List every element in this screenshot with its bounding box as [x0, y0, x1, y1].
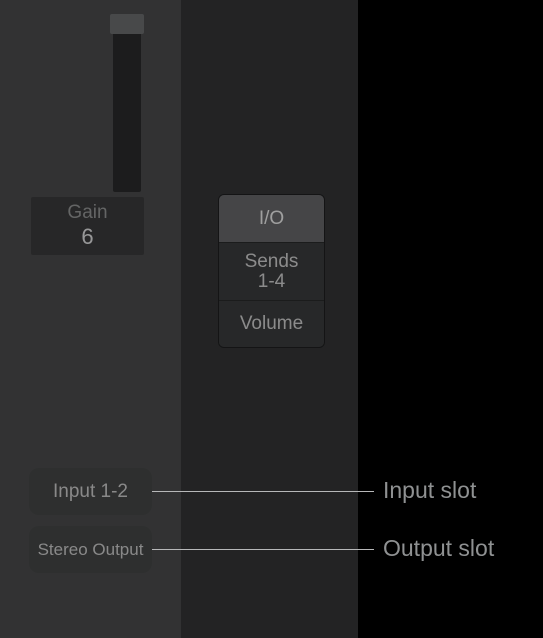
input-slot-label: Input 1-2: [53, 481, 128, 503]
gain-value: 6: [81, 224, 93, 249]
view-menu: I/O Sends1-4 Volume: [218, 194, 325, 348]
output-slot[interactable]: Stereo Output: [29, 526, 152, 573]
menu-item-sends[interactable]: Sends1-4: [219, 242, 324, 300]
output-slot-label: Stereo Output: [38, 540, 144, 560]
callout-line-output: [152, 549, 374, 550]
callout-output: Output slot: [383, 535, 494, 562]
menu-item-io[interactable]: I/O: [219, 195, 324, 242]
callout-line-input: [152, 491, 374, 492]
gain-fader-track[interactable]: [113, 16, 141, 192]
gain-label: Gain: [67, 202, 107, 224]
input-slot[interactable]: Input 1-2: [29, 468, 152, 515]
gain-readout[interactable]: Gain 6: [31, 197, 144, 255]
gain-fader-cap[interactable]: [110, 14, 144, 34]
menu-item-volume[interactable]: Volume: [219, 300, 324, 347]
callout-input: Input slot: [383, 477, 476, 504]
